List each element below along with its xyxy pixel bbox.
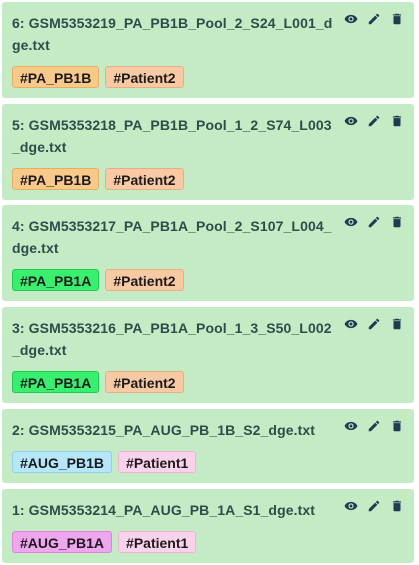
item-actions: [344, 114, 404, 128]
tag-pa-pb1a[interactable]: #PA_PB1A: [12, 269, 100, 291]
tag-patient2[interactable]: #Patient2: [105, 269, 184, 291]
pencil-icon[interactable]: [367, 317, 381, 331]
pencil-icon[interactable]: [367, 114, 381, 128]
dataset-title[interactable]: 3: GSM5353216_PA_PB1A_Pool_1_3_S50_L002_…: [12, 317, 337, 361]
item-actions: [344, 317, 404, 331]
tag-pa-pb1a[interactable]: #PA_PB1A: [12, 371, 100, 393]
history-item[interactable]: 5: GSM5353218_PA_PB1B_Pool_1_2_S74_L003_…: [2, 104, 414, 200]
tag-list: #PA_PB1A #Patient2: [12, 269, 184, 291]
trash-icon[interactable]: [390, 114, 404, 128]
dataset-title[interactable]: 1: GSM5353214_PA_AUG_PB_1A_S1_dge.txt: [12, 499, 337, 521]
item-actions: [344, 215, 404, 229]
trash-icon[interactable]: [390, 419, 404, 433]
dataset-title[interactable]: 6: GSM5353219_PA_PB1B_Pool_2_S24_L001_dg…: [12, 12, 337, 56]
tag-list: #AUG_PB1A #Patient1: [12, 531, 197, 553]
tag-patient2[interactable]: #Patient2: [105, 168, 184, 190]
tag-pa-pb1b[interactable]: #PA_PB1B: [12, 168, 100, 190]
history-item[interactable]: 2: GSM5353215_PA_AUG_PB_1B_S2_dge.txt #A…: [2, 409, 414, 483]
trash-icon[interactable]: [390, 317, 404, 331]
tag-patient2[interactable]: #Patient2: [105, 66, 184, 88]
history-item[interactable]: 3: GSM5353216_PA_PB1A_Pool_1_3_S50_L002_…: [2, 307, 414, 403]
tag-list: #AUG_PB1B #Patient1: [12, 451, 197, 473]
item-actions: [344, 12, 404, 26]
pencil-icon[interactable]: [367, 419, 381, 433]
eye-icon[interactable]: [344, 499, 358, 513]
trash-icon[interactable]: [390, 12, 404, 26]
dataset-title[interactable]: 4: GSM5353217_PA_PB1A_Pool_2_S107_L004_d…: [12, 215, 337, 259]
eye-icon[interactable]: [344, 114, 358, 128]
dataset-title[interactable]: 2: GSM5353215_PA_AUG_PB_1B_S2_dge.txt: [12, 419, 337, 441]
trash-icon[interactable]: [390, 499, 404, 513]
tag-list: #PA_PB1A #Patient2: [12, 371, 184, 393]
pencil-icon[interactable]: [367, 12, 381, 26]
eye-icon[interactable]: [344, 317, 358, 331]
trash-icon[interactable]: [390, 215, 404, 229]
tag-pa-pb1b[interactable]: #PA_PB1B: [12, 66, 100, 88]
item-actions: [344, 499, 404, 513]
dataset-title[interactable]: 5: GSM5353218_PA_PB1B_Pool_1_2_S74_L003_…: [12, 114, 337, 158]
history-item[interactable]: 1: GSM5353214_PA_AUG_PB_1A_S1_dge.txt #A…: [2, 489, 414, 563]
eye-icon[interactable]: [344, 12, 358, 26]
eye-icon[interactable]: [344, 215, 358, 229]
history-item[interactable]: 6: GSM5353219_PA_PB1B_Pool_2_S24_L001_dg…: [2, 2, 414, 98]
history-file-list: 6: GSM5353219_PA_PB1B_Pool_2_S24_L001_dg…: [0, 0, 419, 565]
pencil-icon[interactable]: [367, 499, 381, 513]
pencil-icon[interactable]: [367, 215, 381, 229]
tag-list: #PA_PB1B #Patient2: [12, 168, 184, 190]
tag-list: #PA_PB1B #Patient2: [12, 66, 184, 88]
eye-icon[interactable]: [344, 419, 358, 433]
tag-patient1[interactable]: #Patient1: [118, 451, 197, 473]
tag-aug-pb1a[interactable]: #AUG_PB1A: [12, 531, 113, 553]
tag-aug-pb1b[interactable]: #AUG_PB1B: [12, 451, 113, 473]
history-item[interactable]: 4: GSM5353217_PA_PB1A_Pool_2_S107_L004_d…: [2, 205, 414, 301]
tag-patient2[interactable]: #Patient2: [105, 371, 184, 393]
tag-patient1[interactable]: #Patient1: [118, 531, 197, 553]
item-actions: [344, 419, 404, 433]
